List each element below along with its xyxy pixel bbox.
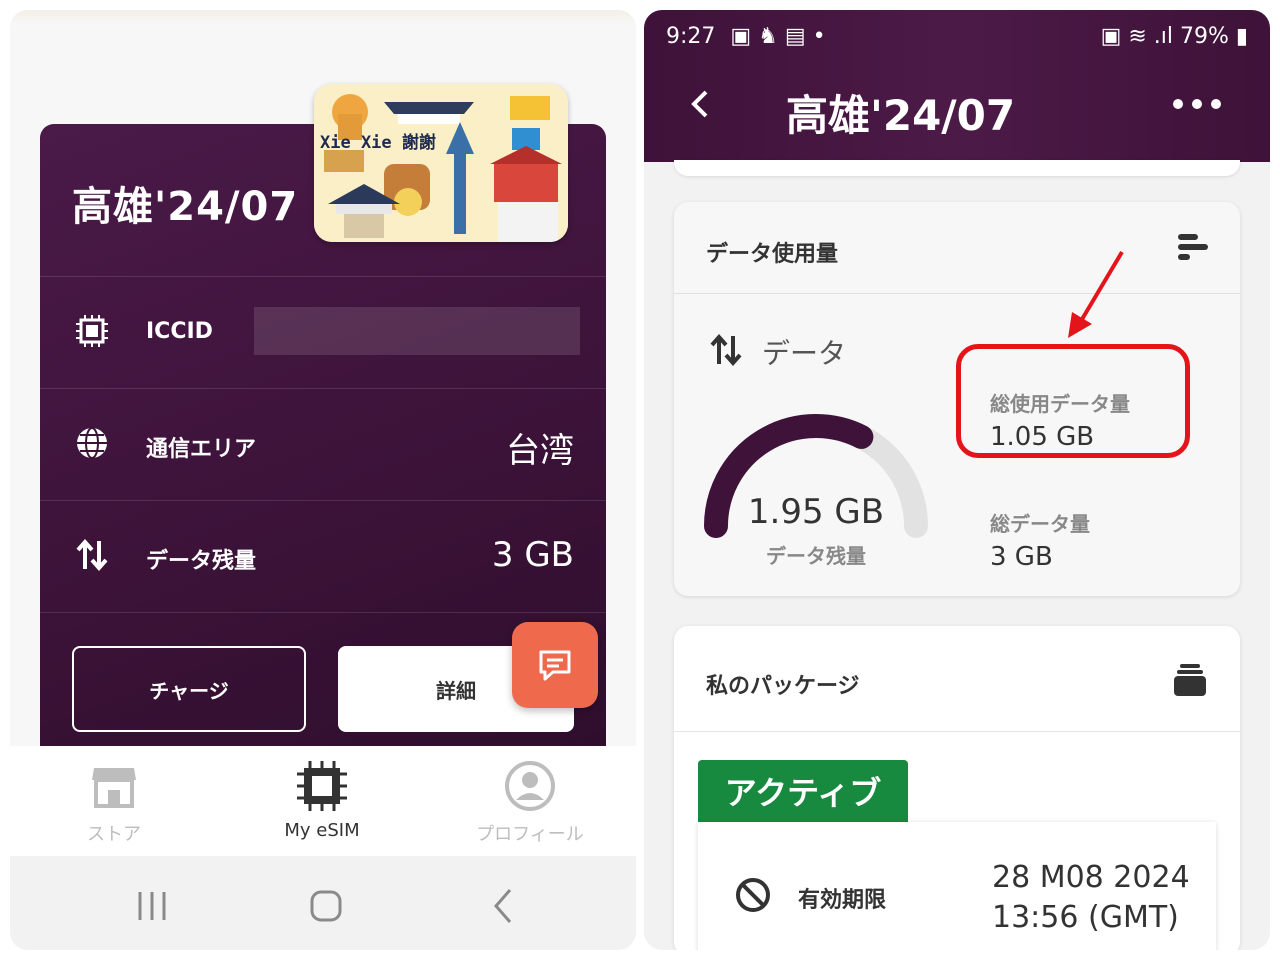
previous-card-edge [674, 160, 1240, 176]
data-usage-card: データ使用量 データ 1.95 GB データ残量 総使用データ量 1.05 GB… [674, 202, 1240, 596]
nav-my-esim[interactable]: My eSIM [232, 758, 412, 841]
nav-my-esim-label: My eSIM [284, 820, 360, 841]
battery-icon: ▮ [1235, 24, 1248, 49]
prohibited-icon [736, 878, 770, 912]
iccid-label: ICCID [146, 319, 213, 344]
package-stack-icon[interactable] [1174, 662, 1206, 696]
remaining-data-value: 3 GB [491, 535, 574, 575]
status-bar-right: ▣ ≋ .ıl 79% ▮ [1101, 24, 1248, 49]
nav-profile-label: プロフィール [476, 824, 584, 845]
expiry-value: 28 M08 2024 13:56 (GMT) [992, 858, 1190, 938]
area-label: 通信エリア [146, 437, 257, 462]
nav-store[interactable]: ストア [24, 758, 204, 846]
charge-button[interactable]: チャージ [72, 646, 306, 732]
sim-art-caption: Xie Xie 謝謝 [320, 133, 436, 153]
back-arrow-icon[interactable] [684, 86, 714, 122]
globe-icon [77, 427, 107, 459]
battery-percent: 79% [1179, 24, 1229, 49]
my-package-header: 私のパッケージ [674, 626, 1240, 732]
area-row: 通信エリア 台湾 [40, 388, 606, 500]
esim-card-title: 高雄'24/07 [72, 184, 299, 230]
my-package-title: 私のパッケージ [706, 674, 860, 699]
nav-store-label: ストア [87, 824, 141, 845]
expiry-time: 13:56 (GMT) [992, 900, 1179, 935]
total-data-value: 3 GB [990, 542, 1053, 572]
chat-button[interactable] [512, 622, 598, 708]
status-bar-left: 9:27 ▣ ♞ ▤ • [666, 24, 826, 49]
area-value: 台湾 [506, 431, 574, 471]
expiry-row: 有効期限 28 M08 2024 13:56 (GMT) [698, 822, 1216, 950]
chip-icon [76, 315, 108, 347]
remaining-data-row: データ残量 3 GB [40, 500, 606, 612]
system-navigation-bar [10, 856, 636, 950]
data-usage-header: データ使用量 [674, 202, 1240, 294]
home-icon[interactable] [306, 886, 346, 926]
page-title: 高雄'24/07 [786, 91, 1016, 140]
red-arrow-annotation [1068, 250, 1124, 338]
store-icon [92, 768, 136, 808]
chat-bubble-icon [539, 650, 571, 681]
esim-chip-icon [297, 761, 347, 811]
recent-apps-icon[interactable] [132, 886, 172, 926]
expiry-date: 28 M08 2024 [992, 860, 1190, 895]
sim-artwork: Xie Xie 謝謝 [314, 84, 568, 242]
status-time: 9:27 [666, 24, 716, 49]
data-usage-title: データ使用量 [706, 242, 839, 267]
screenshot-frame: 高雄'24/07 Xie Xie 謝謝 ICCID 通信エリア 台湾 データ残量… [0, 0, 1280, 960]
data-label: データ [762, 337, 847, 370]
more-options-icon[interactable] [1170, 96, 1224, 112]
data-transfer-icon [710, 333, 742, 367]
total-data-label: 総データ量 [990, 512, 1090, 536]
used-data-label: 総使用データ量 [990, 392, 1130, 416]
bottom-navigation: ストア My eSIM プロフィール [10, 746, 636, 856]
active-status-badge: アクティブ [698, 760, 908, 822]
taiwan-landmarks-illustration [314, 84, 568, 242]
signal-icons: ▣ ≋ .ıl [1100, 24, 1180, 49]
left-phone-screen: 高雄'24/07 Xie Xie 謝謝 ICCID 通信エリア 台湾 データ残量… [10, 10, 636, 950]
notification-icons: ▣ ♞ ▤ • [730, 24, 826, 49]
profile-icon [505, 761, 555, 811]
top-edge [10, 10, 636, 24]
iccid-row: ICCID [40, 276, 606, 388]
bar-chart-icon[interactable] [1176, 232, 1210, 262]
back-nav-icon[interactable] [484, 886, 524, 926]
remaining-data-value: 1.95 GB [747, 492, 885, 532]
right-phone-screen: 9:27 ▣ ♞ ▤ • ▣ ≋ .ıl 79% ▮ 高雄'24/07 データ使… [644, 10, 1270, 950]
my-package-card: 私のパッケージ アクティブ 有効期限 28 M08 2024 13:56 (GM… [674, 626, 1240, 950]
used-data-value: 1.05 GB [990, 422, 1095, 452]
nav-profile[interactable]: プロフィール [440, 758, 620, 846]
iccid-value-redacted [254, 307, 580, 355]
remaining-data-label: データ残量 [146, 549, 257, 574]
data-arrows-icon [76, 538, 108, 572]
expiry-label: 有効期限 [798, 888, 887, 913]
remaining-data-label: データ残量 [766, 544, 866, 568]
app-bar: 9:27 ▣ ♞ ▤ • ▣ ≋ .ıl 79% ▮ 高雄'24/07 [644, 10, 1270, 162]
